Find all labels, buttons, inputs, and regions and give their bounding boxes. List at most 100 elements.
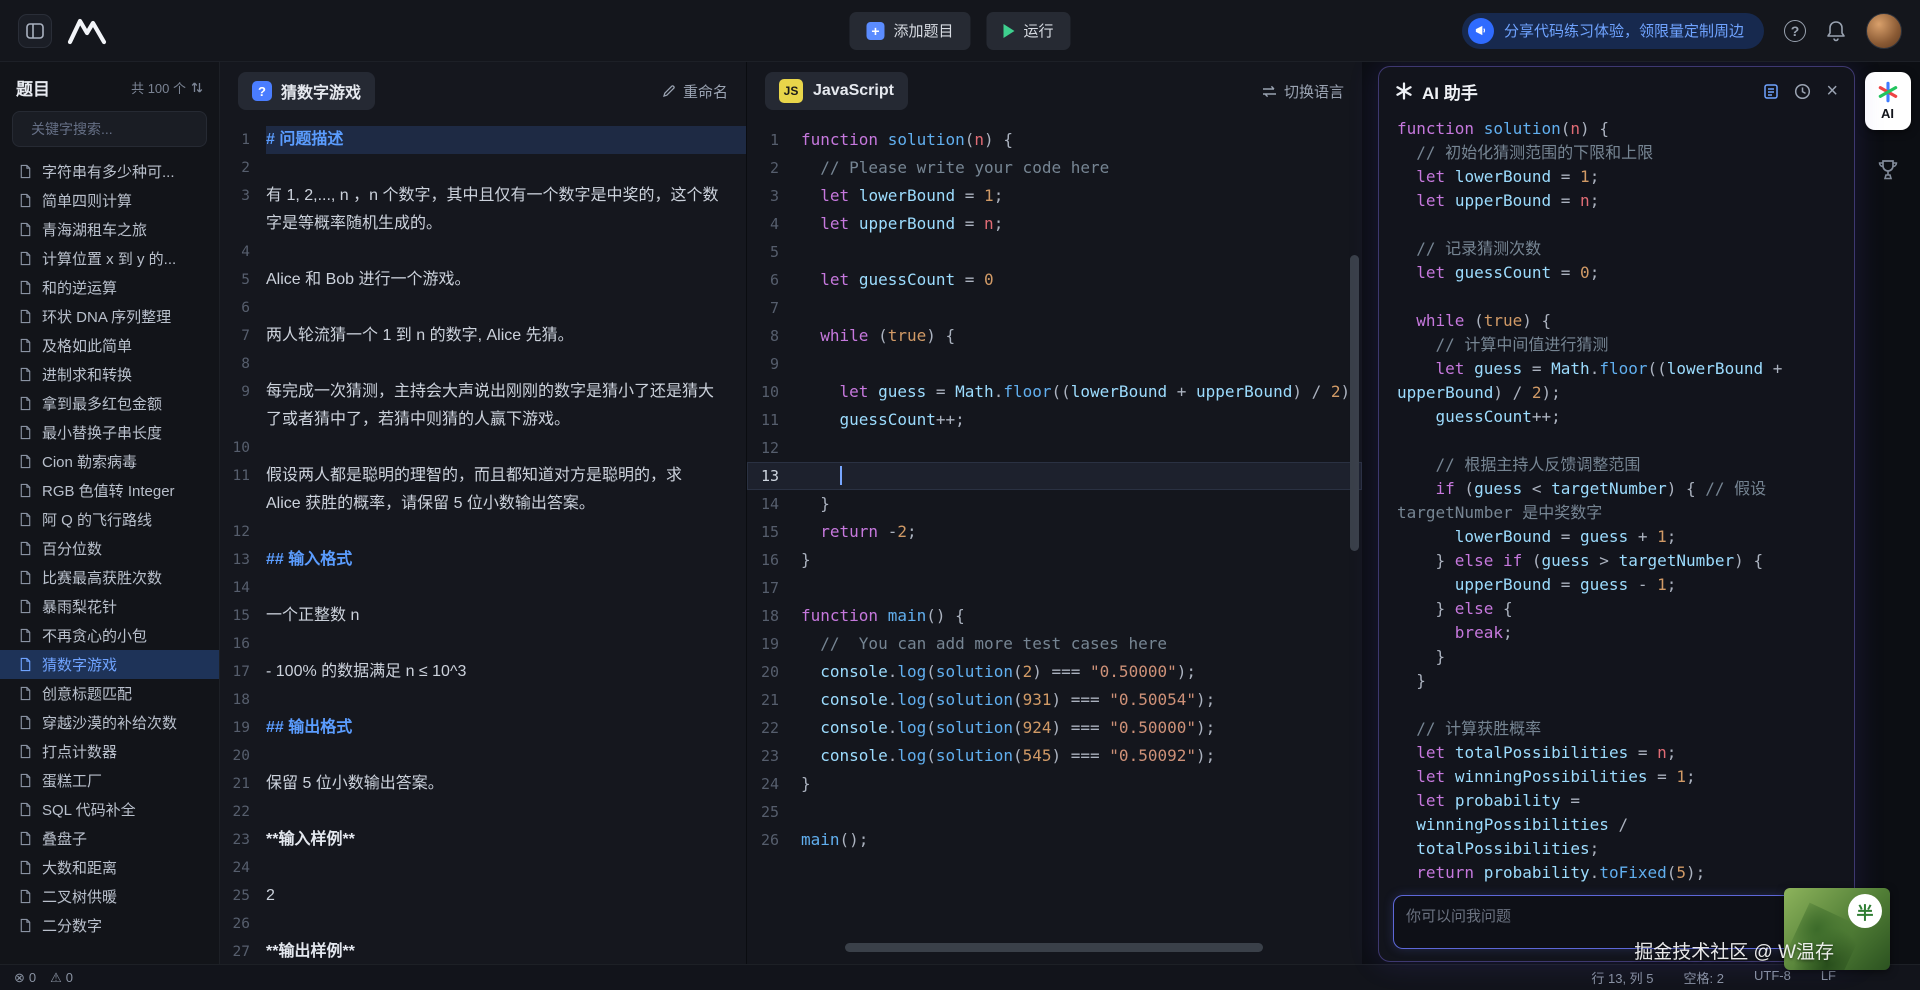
code-line[interactable]: 4 let upperBound = n; [747,210,1362,238]
code-line[interactable]: 5 [747,238,1362,266]
sidebar-item[interactable]: 叠盘子 [0,824,219,853]
code-line[interactable]: 11 guessCount++; [747,406,1362,434]
sidebar-toggle-button[interactable] [18,14,52,48]
code-line[interactable]: 14 } [747,490,1362,518]
sidebar-item[interactable]: 比赛最高获胜次数 [0,563,219,592]
rename-button[interactable]: 重命名 [662,81,728,102]
problem-line[interactable]: 23**输入样例** [220,826,746,854]
search-box[interactable] [12,111,207,147]
code-line[interactable]: 3 let lowerBound = 1; [747,182,1362,210]
code-line[interactable]: 2 // Please write your code here [747,154,1362,182]
problem-line[interactable]: 15一个正整数 n [220,602,746,630]
code-line[interactable]: 12 [747,434,1362,462]
problem-line[interactable]: 17- 100% 的数据满足 n ≤ 10^3 [220,658,746,686]
problem-line[interactable]: 8 [220,350,746,378]
code-line[interactable]: 13 [747,462,1362,490]
code-line[interactable]: 10 let guess = Math.floor((lowerBound + … [747,378,1362,406]
problem-line[interactable]: 9每完成一次猜测，主持会大声说出刚刚的数字是猜小了还是猜大了或者猜中了，若猜中则… [220,378,746,434]
sidebar-item[interactable]: 进制求和转换 [0,360,219,389]
sidebar-item[interactable]: 百分位数 [0,534,219,563]
ai-toolbar-button[interactable]: AI [1865,72,1911,130]
code-line[interactable]: 20 console.log(solution(2) === "0.50000"… [747,658,1362,686]
problem-line[interactable]: 1# 问题描述 [220,126,746,154]
sidebar-item[interactable]: 打点计数器 [0,737,219,766]
trophy-icon[interactable] [1876,158,1900,182]
sidebar-item[interactable]: 字符串有多少种可... [0,157,219,186]
sidebar-item[interactable]: 穿越沙漠的补给次数 [0,708,219,737]
sidebar-item[interactable]: 不再贪心的小包 [0,621,219,650]
close-icon[interactable]: × [1826,81,1838,101]
help-icon[interactable]: ? [1784,20,1806,42]
cursor-position[interactable]: 行 13, 列 5 [1591,968,1653,987]
sidebar-item[interactable]: 计算位置 x 到 y 的... [0,244,219,273]
export-icon[interactable] [1763,83,1779,100]
problem-line[interactable]: 21保留 5 位小数输出答案。 [220,770,746,798]
sidebar-item[interactable]: 蛋糕工厂 [0,766,219,795]
code-line[interactable]: 9 [747,350,1362,378]
code-line[interactable]: 15 return -2; [747,518,1362,546]
sidebar-item[interactable]: SQL 代码补全 [0,795,219,824]
error-indicator[interactable]: ⊗ 0 [14,970,36,986]
problem-line[interactable]: 2 [220,154,746,182]
sidebar-item[interactable]: 最小替换子串长度 [0,418,219,447]
sidebar-item[interactable]: 环状 DNA 序列整理 [0,302,219,331]
eol[interactable]: LF [1821,968,1836,987]
problem-line[interactable]: 11假设两人都是聪明的理智的，而且都知道对方是聪明的，求 Alice 获胜的概率… [220,462,746,518]
problem-line[interactable]: 18 [220,686,746,714]
horizontal-scrollbar[interactable] [845,943,1263,952]
switch-language-button[interactable]: 切换语言 [1262,81,1344,102]
problem-line[interactable]: 4 [220,238,746,266]
problem-line[interactable]: 14 [220,574,746,602]
problem-line[interactable]: 26 [220,910,746,938]
code-line[interactable]: 16} [747,546,1362,574]
problem-line[interactable]: 13## 输入格式 [220,546,746,574]
problem-line[interactable]: 12 [220,518,746,546]
code-line[interactable]: 7 [747,294,1362,322]
problem-line[interactable]: 16 [220,630,746,658]
warning-indicator[interactable]: ⚠ 0 [50,970,73,986]
sidebar-item[interactable]: 简单四则计算 [0,186,219,215]
sidebar-item[interactable]: 及格如此简单 [0,331,219,360]
search-input[interactable] [31,121,212,137]
sidebar-item[interactable]: Cion 勒索病毒 [0,447,219,476]
code-line[interactable]: 22 console.log(solution(924) === "0.5000… [747,714,1362,742]
code-line[interactable]: 8 while (true) { [747,322,1362,350]
code-line[interactable]: 19 // You can add more test cases here [747,630,1362,658]
history-icon[interactable] [1794,83,1811,100]
editor-lines[interactable]: 1function solution(n) {2 // Please write… [747,120,1362,964]
sidebar-item[interactable]: 大数和距离 [0,853,219,882]
avatar[interactable] [1866,13,1902,49]
problem-lines[interactable]: 1# 问题描述2 3有 1, 2,..., n ，n 个数字，其中且仅有一个数字… [220,120,746,964]
sidebar-item[interactable]: 阿 Q 的飞行路线 [0,505,219,534]
encoding[interactable]: UTF-8 [1754,968,1791,987]
problem-line[interactable]: 24 [220,854,746,882]
sidebar-item[interactable]: RGB 色值转 Integer [0,476,219,505]
sort-icon[interactable] [191,81,203,94]
problem-line[interactable]: 27**输出样例** [220,938,746,964]
sidebar-item[interactable]: 创意标题匹配 [0,679,219,708]
code-line[interactable]: 1function solution(n) { [747,126,1362,154]
problem-line[interactable]: 10 [220,434,746,462]
add-problem-button[interactable]: + 添加题目 [849,12,970,50]
vertical-scrollbar[interactable] [1350,255,1359,551]
code-line[interactable]: 17 [747,574,1362,602]
code-line[interactable]: 6 let guessCount = 0 [747,266,1362,294]
sidebar-item[interactable]: 暴雨梨花针 [0,592,219,621]
sidebar-item[interactable]: 猜数字游戏 [0,650,219,679]
problem-line[interactable]: 6 [220,294,746,322]
sidebar-item[interactable]: 二叉树供暖 [0,882,219,911]
problem-line[interactable]: 7两人轮流猜一个 1 到 n 的数字, Alice 先猜。 [220,322,746,350]
code-line[interactable]: 24} [747,770,1362,798]
sidebar-item[interactable]: 和的逆运算 [0,273,219,302]
notification-icon[interactable] [1826,20,1846,42]
problem-line[interactable]: 5Alice 和 Bob 进行一个游戏。 [220,266,746,294]
promo-banner[interactable]: 分享代码练习体验，领限量定制周边 [1462,13,1764,49]
sidebar-item[interactable]: 拿到最多红包金额 [0,389,219,418]
indentation[interactable]: 空格: 2 [1684,968,1724,987]
problem-line[interactable]: 3有 1, 2,..., n ，n 个数字，其中且仅有一个数字是中奖的，这个数字… [220,182,746,238]
problem-line[interactable]: 19## 输出格式 [220,714,746,742]
problem-tab[interactable]: ? 猜数字游戏 [238,72,375,110]
problem-line[interactable]: 20 [220,742,746,770]
code-line[interactable]: 23 console.log(solution(545) === "0.5009… [747,742,1362,770]
code-line[interactable]: 26main(); [747,826,1362,854]
